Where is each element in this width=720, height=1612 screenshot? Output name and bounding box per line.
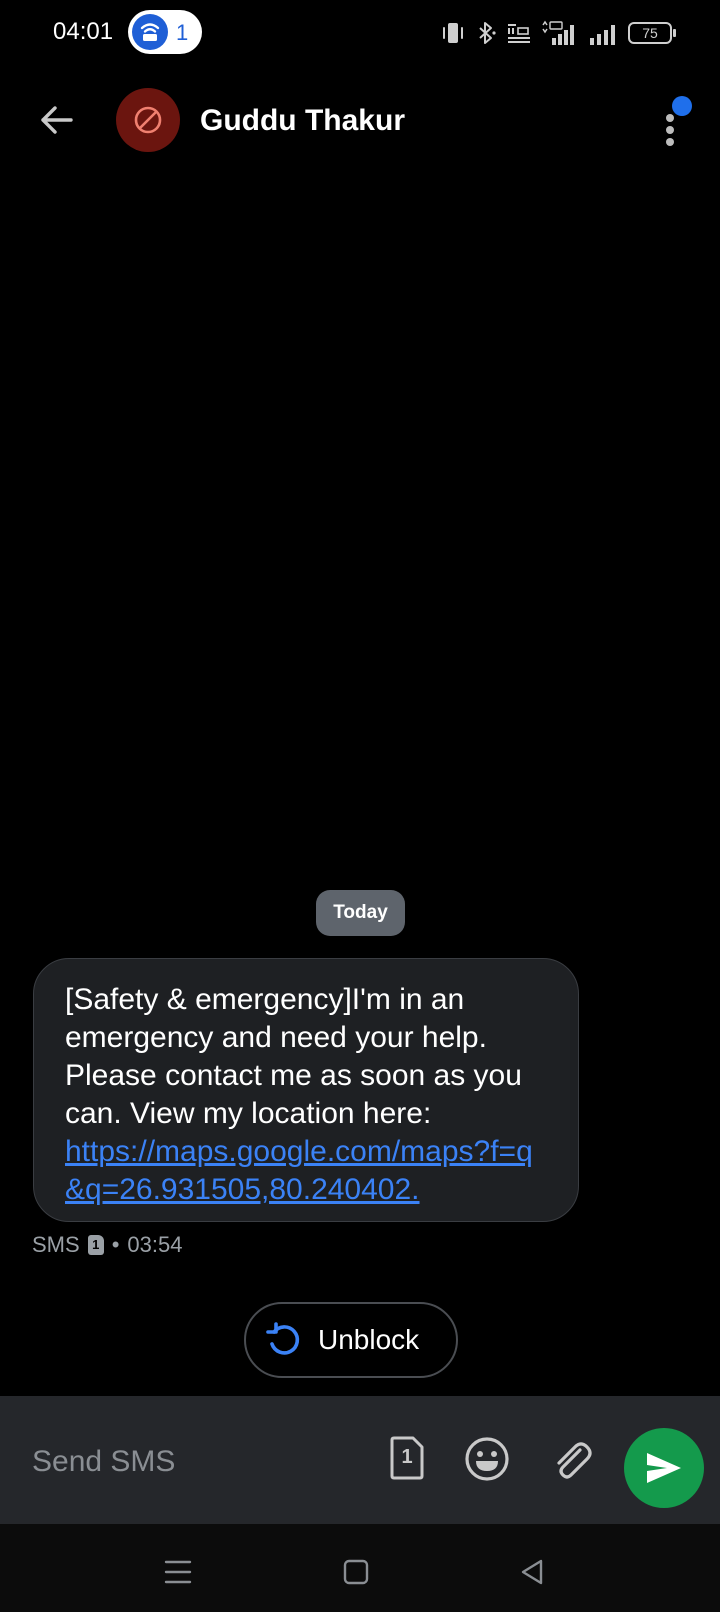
unblock-label: Unblock [318,1324,420,1355]
sim-number: 1 [401,1446,413,1468]
menu-icon [164,1560,192,1584]
blocked-icon [134,106,162,134]
message-text: [Safety & emergency]I'm in an emergency … [65,983,522,1130]
back-button[interactable] [30,98,82,142]
refresh-icon [266,1322,300,1355]
send-icon [647,1453,681,1483]
avatar[interactable] [116,88,180,152]
emoji-button[interactable] [464,1436,510,1482]
send-button[interactable] [624,1428,704,1508]
status-icons: 75 [440,18,676,48]
paperclip-icon [557,1442,592,1479]
triangle-back-icon [521,1559,543,1585]
status-time: 04:01 [53,18,114,45]
message-input[interactable] [32,1440,362,1484]
recents-button[interactable] [158,1552,198,1592]
notification-dot [672,96,692,116]
emoji-icon [465,1437,509,1481]
unblock-button[interactable]: Unblock [244,1302,458,1378]
more-options-button[interactable] [648,94,692,150]
signal-4g-icon [540,19,580,47]
bluetooth-icon [474,20,498,46]
meta-separator: • [111,1232,120,1257]
message-meta: SMS 1 • 03:54 [32,1232,182,1258]
hotspot-indicator[interactable]: 1 [128,10,202,54]
vibrate-icon [440,20,466,46]
message-channel: SMS [32,1232,80,1257]
more-vertical-icon [666,126,674,134]
message-time: 03:54 [127,1232,183,1257]
attach-button[interactable] [550,1436,592,1482]
sim-select-button[interactable]: 1 [389,1436,425,1480]
arrow-left-icon [41,106,73,134]
back-nav-button[interactable] [512,1552,552,1592]
location-link[interactable]: https://maps.google.com/maps?f=q&q=26.93… [65,1133,548,1209]
date-divider: Today [316,890,405,936]
contact-name[interactable]: Guddu Thakur [200,104,405,138]
square-icon [343,1559,369,1585]
home-button[interactable] [336,1552,376,1592]
battery-icon: 75 [628,22,676,44]
volte-icon [506,20,532,46]
signal-icon [588,19,620,47]
status-bar: 04:01 1 75 [0,0,720,66]
hotspot-icon [132,14,168,50]
message-bubble[interactable]: [Safety & emergency]I'm in an emergency … [33,958,579,1222]
hotspot-count: 1 [176,20,189,45]
sim-card-icon: 1 [87,1235,104,1255]
compose-bar: 1 [0,1396,720,1524]
more-vertical-icon [666,138,674,146]
navigation-bar [0,1524,720,1612]
more-vertical-icon [666,114,674,122]
conversation-header: Guddu Thakur [0,80,720,160]
